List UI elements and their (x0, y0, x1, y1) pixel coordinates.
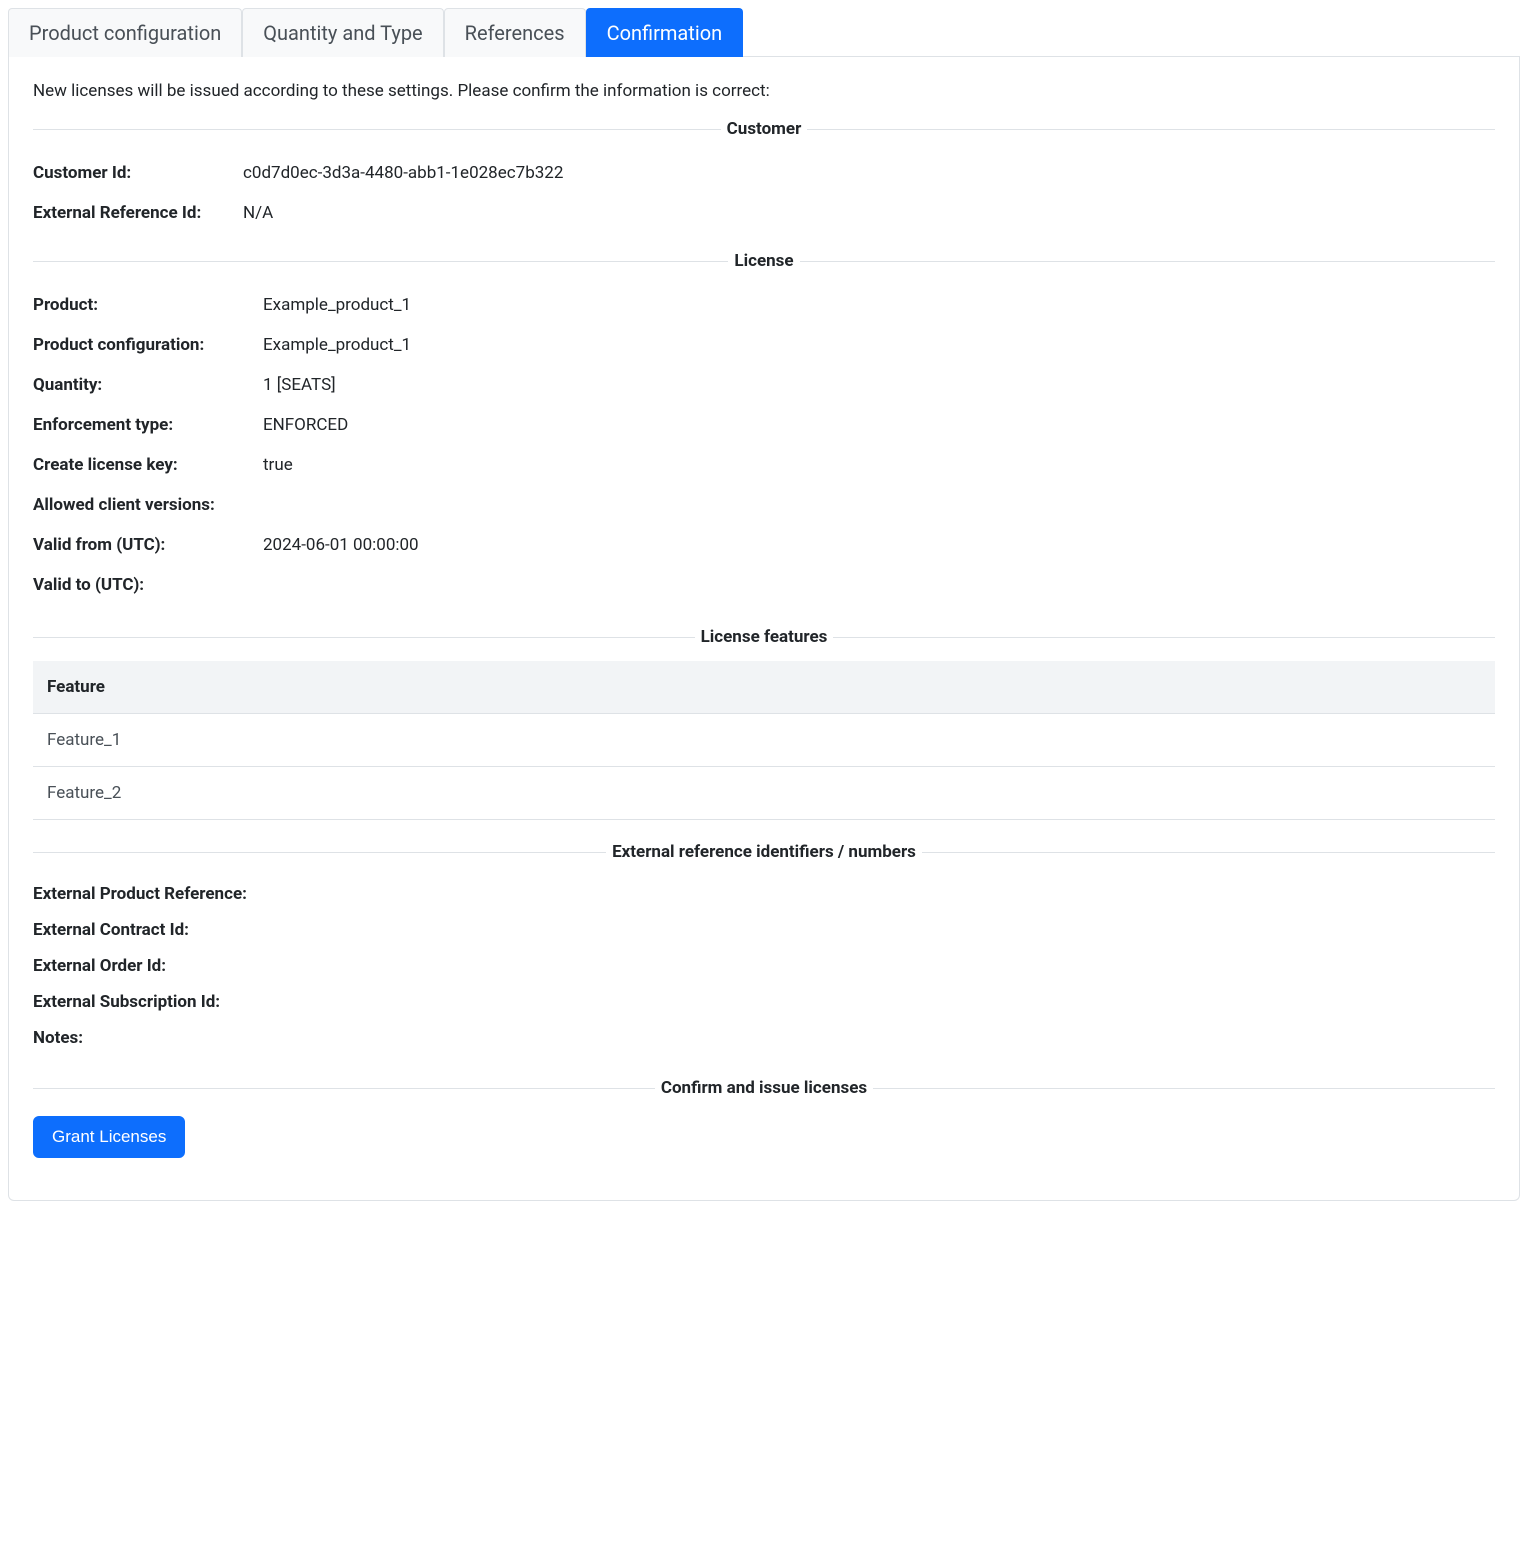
value-external-reference-id: N/A (243, 203, 273, 223)
section-external-references: External reference identifiers / numbers… (33, 842, 1495, 1056)
tab-confirmation[interactable]: Confirmation (586, 8, 744, 57)
grant-licenses-button[interactable]: Grant Licenses (33, 1116, 185, 1158)
confirmation-panel: New licenses will be issued according to… (8, 57, 1520, 1201)
row-quantity: Quantity: 1 [SEATS] (33, 365, 1495, 405)
value-product-configuration: Example_product_1 (263, 335, 411, 355)
row-external-order-id: External Order Id: (33, 948, 1495, 984)
label-external-product-reference: External Product Reference: (33, 884, 247, 904)
row-product-configuration: Product configuration: Example_product_1 (33, 325, 1495, 365)
section-license-features: License features Feature Feature_1 Featu… (33, 627, 1495, 820)
row-external-product-reference: External Product Reference: (33, 876, 1495, 912)
value-valid-from: 2024-06-01 00:00:00 (263, 535, 419, 555)
table-row: Feature_2 (33, 767, 1495, 820)
wizard-tabs: Product configuration Quantity and Type … (8, 8, 1520, 57)
section-customer-legend: Customer (721, 119, 808, 139)
value-enforcement-type: ENFORCED (263, 415, 348, 435)
value-product: Example_product_1 (263, 295, 411, 315)
section-license: License Product: Example_product_1 Produ… (33, 251, 1495, 605)
label-enforcement-type: Enforcement type: (33, 415, 263, 435)
table-row: Feature_1 (33, 714, 1495, 767)
tab-product-configuration[interactable]: Product configuration (8, 8, 242, 57)
section-customer: Customer Customer Id: c0d7d0ec-3d3a-4480… (33, 119, 1495, 233)
features-table-header: Feature (33, 661, 1495, 714)
label-create-license-key: Create license key: (33, 455, 263, 475)
row-allowed-client-versions: Allowed client versions: (33, 485, 1495, 525)
label-allowed-client-versions: Allowed client versions: (33, 495, 263, 515)
section-external-references-legend: External reference identifiers / numbers (606, 842, 922, 862)
row-valid-to: Valid to (UTC): (33, 565, 1495, 605)
features-table: Feature Feature_1 Feature_2 (33, 661, 1495, 820)
section-confirm: Confirm and issue licenses Grant License… (33, 1078, 1495, 1158)
intro-text: New licenses will be issued according to… (33, 81, 1495, 101)
value-create-license-key: true (263, 455, 293, 475)
row-create-license-key: Create license key: true (33, 445, 1495, 485)
row-valid-from: Valid from (UTC): 2024-06-01 00:00:00 (33, 525, 1495, 565)
label-product-configuration: Product configuration: (33, 335, 263, 355)
label-valid-from: Valid from (UTC): (33, 535, 263, 555)
label-external-subscription-id: External Subscription Id: (33, 992, 243, 1012)
feature-cell: Feature_2 (33, 767, 1495, 820)
value-customer-id: c0d7d0ec-3d3a-4480-abb1-1e028ec7b322 (243, 163, 563, 183)
row-enforcement-type: Enforcement type: ENFORCED (33, 405, 1495, 445)
row-notes: Notes: (33, 1020, 1495, 1056)
value-quantity: 1 [SEATS] (263, 375, 336, 395)
label-customer-id: Customer Id: (33, 163, 243, 183)
row-external-reference-id: External Reference Id: N/A (33, 193, 1495, 233)
label-external-contract-id: External Contract Id: (33, 920, 243, 940)
label-quantity: Quantity: (33, 375, 263, 395)
row-product: Product: Example_product_1 (33, 285, 1495, 325)
row-customer-id: Customer Id: c0d7d0ec-3d3a-4480-abb1-1e0… (33, 153, 1495, 193)
tab-references[interactable]: References (444, 8, 586, 57)
label-product: Product: (33, 295, 263, 315)
label-notes: Notes: (33, 1028, 243, 1048)
section-license-legend: License (728, 251, 799, 271)
label-valid-to: Valid to (UTC): (33, 575, 263, 595)
section-confirm-legend: Confirm and issue licenses (655, 1078, 873, 1098)
feature-cell: Feature_1 (33, 714, 1495, 767)
section-license-features-legend: License features (695, 627, 834, 647)
row-external-contract-id: External Contract Id: (33, 912, 1495, 948)
row-external-subscription-id: External Subscription Id: (33, 984, 1495, 1020)
label-external-reference-id: External Reference Id: (33, 203, 243, 223)
label-external-order-id: External Order Id: (33, 956, 243, 976)
tab-quantity-and-type[interactable]: Quantity and Type (242, 8, 443, 57)
